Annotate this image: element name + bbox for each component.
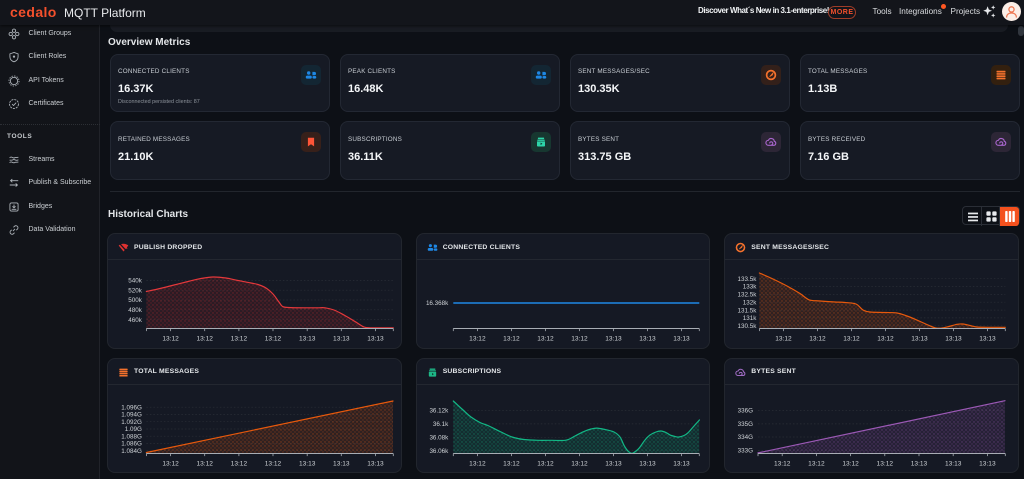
svg-text:13:12: 13:12 <box>469 335 486 342</box>
svg-text:13:12: 13:12 <box>774 460 791 467</box>
svg-text:133.5k: 133.5k <box>738 276 758 283</box>
svg-text:130.5k: 130.5k <box>738 323 758 330</box>
svg-text:13:12: 13:12 <box>231 335 248 342</box>
svg-text:16.368k: 16.368k <box>426 300 449 307</box>
svg-text:13:12: 13:12 <box>231 460 248 467</box>
svg-text:13:12: 13:12 <box>162 460 179 467</box>
svg-text:13:12: 13:12 <box>810 335 827 342</box>
svg-text:13:13: 13:13 <box>911 460 928 467</box>
svg-text:13:12: 13:12 <box>503 335 520 342</box>
svg-text:13:12: 13:12 <box>808 460 825 467</box>
svg-text:13:12: 13:12 <box>265 460 282 467</box>
svg-text:36.06k: 36.06k <box>429 447 449 454</box>
svg-text:13:13: 13:13 <box>673 335 690 342</box>
svg-text:13:13: 13:13 <box>299 460 316 467</box>
svg-text:13:13: 13:13 <box>912 335 929 342</box>
svg-text:13:12: 13:12 <box>196 460 213 467</box>
svg-text:13:12: 13:12 <box>537 335 554 342</box>
svg-text:13:12: 13:12 <box>503 460 520 467</box>
svg-text:13:12: 13:12 <box>571 460 588 467</box>
svg-text:1.092G: 1.092G <box>121 418 142 425</box>
svg-text:132k: 132k <box>743 299 757 306</box>
svg-text:13:12: 13:12 <box>469 460 486 467</box>
svg-text:133k: 133k <box>743 284 757 291</box>
svg-text:13:13: 13:13 <box>367 335 384 342</box>
svg-text:36.08k: 36.08k <box>429 434 449 441</box>
svg-text:13:12: 13:12 <box>878 335 895 342</box>
svg-text:460k: 460k <box>128 317 142 324</box>
svg-text:334G: 334G <box>738 434 753 441</box>
svg-text:36.1k: 36.1k <box>433 421 449 428</box>
svg-text:13:13: 13:13 <box>639 460 656 467</box>
svg-text:13:12: 13:12 <box>537 460 554 467</box>
svg-text:1.088G: 1.088G <box>121 433 142 440</box>
svg-text:13:12: 13:12 <box>265 335 282 342</box>
svg-text:13:13: 13:13 <box>639 335 656 342</box>
svg-text:13:13: 13:13 <box>945 460 962 467</box>
svg-text:333G: 333G <box>738 447 753 454</box>
svg-text:13:13: 13:13 <box>979 460 996 467</box>
svg-text:1.086G: 1.086G <box>121 440 142 447</box>
svg-text:13:13: 13:13 <box>299 335 316 342</box>
svg-text:131.5k: 131.5k <box>738 307 758 314</box>
svg-text:13:13: 13:13 <box>673 460 690 467</box>
svg-text:13:12: 13:12 <box>843 460 860 467</box>
svg-text:13:13: 13:13 <box>333 460 350 467</box>
svg-text:13:13: 13:13 <box>980 335 997 342</box>
svg-text:520k: 520k <box>128 287 142 294</box>
svg-text:1.094G: 1.094G <box>121 411 142 418</box>
svg-text:540k: 540k <box>128 278 142 285</box>
svg-text:500k: 500k <box>128 297 142 304</box>
svg-text:13:12: 13:12 <box>162 335 179 342</box>
svg-text:480k: 480k <box>128 307 142 314</box>
svg-text:36.12k: 36.12k <box>429 407 449 414</box>
svg-text:335G: 335G <box>738 421 753 428</box>
svg-text:13:13: 13:13 <box>367 460 384 467</box>
svg-text:1.084G: 1.084G <box>121 447 142 454</box>
svg-text:336G: 336G <box>738 407 753 414</box>
svg-text:131k: 131k <box>743 315 757 322</box>
svg-text:1.09G: 1.09G <box>125 426 142 433</box>
svg-text:13:12: 13:12 <box>877 460 894 467</box>
svg-text:13:12: 13:12 <box>844 335 861 342</box>
svg-text:1.096G: 1.096G <box>121 404 142 411</box>
svg-text:13:13: 13:13 <box>946 335 963 342</box>
svg-text:13:13: 13:13 <box>333 335 350 342</box>
svg-text:13:12: 13:12 <box>196 335 213 342</box>
svg-text:13:12: 13:12 <box>571 335 588 342</box>
svg-text:13:13: 13:13 <box>605 335 622 342</box>
svg-text:13:12: 13:12 <box>776 335 793 342</box>
svg-text:132.5k: 132.5k <box>738 292 758 299</box>
svg-text:13:13: 13:13 <box>605 460 622 467</box>
